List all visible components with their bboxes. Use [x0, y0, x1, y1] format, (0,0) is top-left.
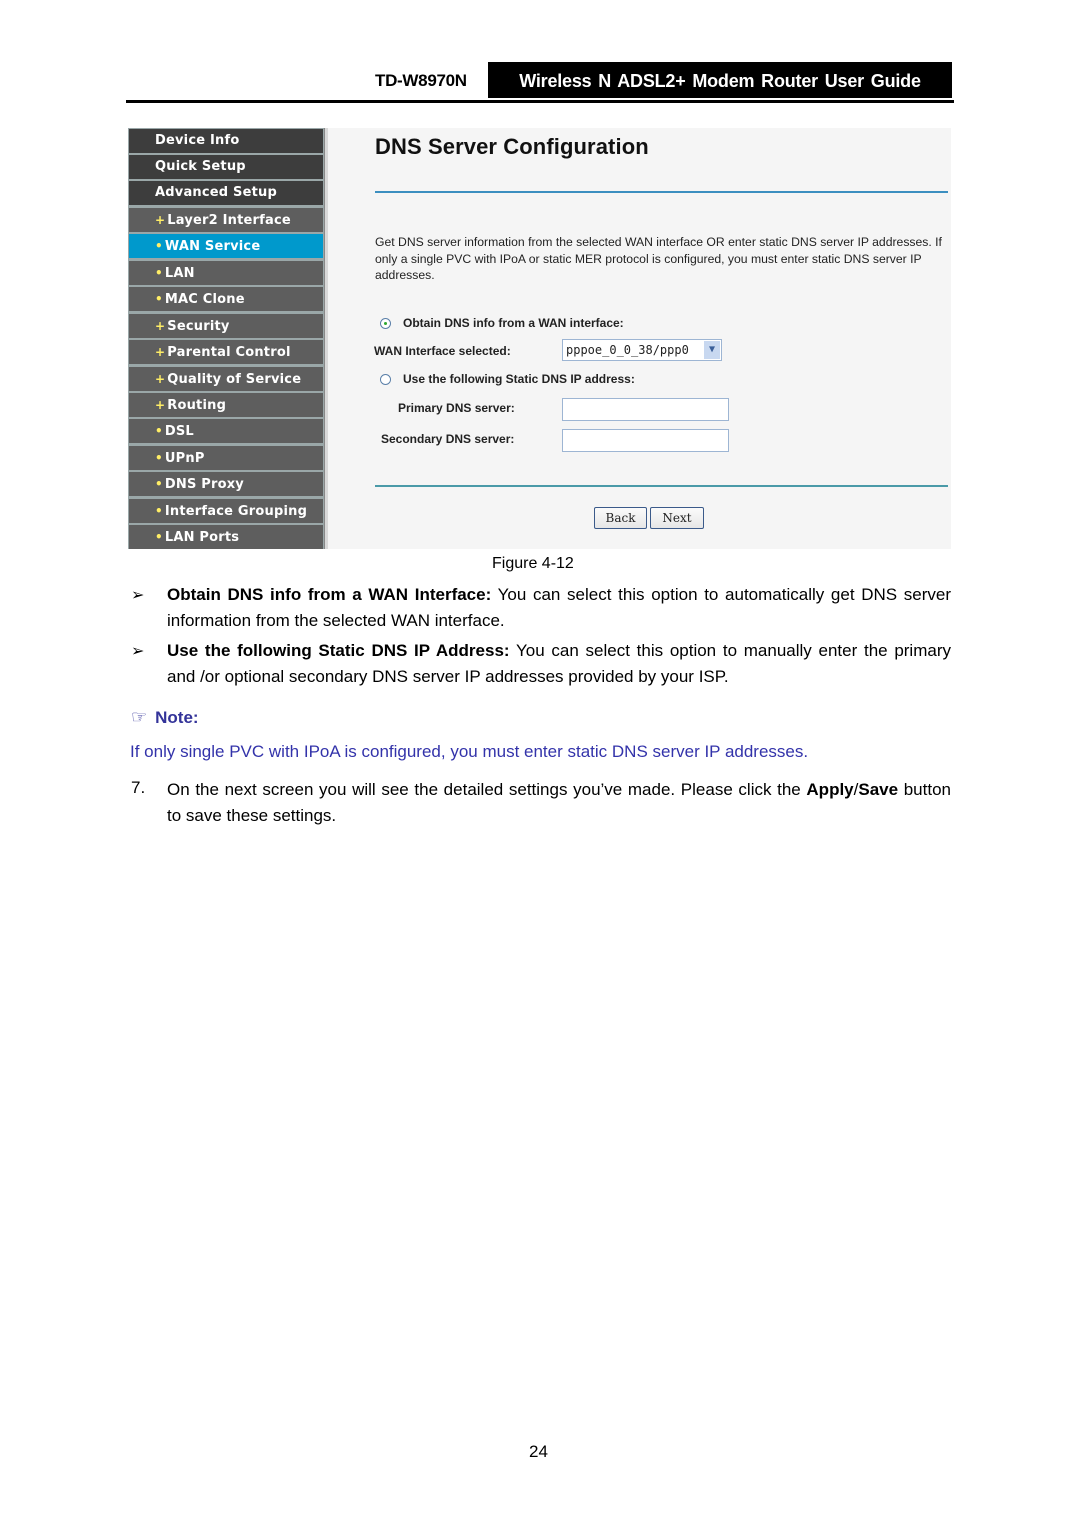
sidebar-item-label: Advanced Setup — [155, 185, 277, 200]
step-text: On the next screen you will see the deta… — [167, 777, 951, 828]
bullet-dot-icon: • — [155, 239, 163, 253]
back-button[interactable]: Back — [594, 507, 647, 529]
bullet-dot-icon: • — [155, 451, 163, 465]
radio-obtain-from-wan[interactable] — [380, 318, 391, 329]
bullet-dot-icon: • — [155, 292, 163, 306]
wan-interface-select[interactable]: pppoe_0_0_38/ppp0 ▼ — [562, 339, 722, 361]
sidebar-item-dsl[interactable]: • DSL — [129, 419, 323, 443]
next-button[interactable]: Next — [650, 507, 704, 529]
sidebar-item-wan-service[interactable]: • WAN Service — [129, 234, 323, 258]
sidebar-item-security[interactable]: + Security — [129, 314, 323, 338]
page-header: TD-W8970N Wireless N ADSL2+ Modem Router… — [126, 62, 954, 104]
sidebar-item-mac-clone[interactable]: • MAC Clone — [129, 287, 323, 311]
sidebar-item-parental-control[interactable]: + Parental Control — [129, 340, 323, 364]
router-screenshot: Device Info Quick Setup Advanced Setup +… — [128, 128, 951, 549]
bullet-obtain-dns: Obtain DNS info from a WAN Interface: Yo… — [167, 582, 951, 633]
note-heading: ☞ Note: — [131, 707, 199, 728]
title-divider — [375, 191, 948, 193]
bullet-dot-icon: • — [155, 504, 163, 518]
bullet-dot-icon: • — [155, 266, 163, 280]
arrow-bullet-icon: ➢ — [131, 587, 145, 604]
expand-plus-icon: + — [155, 372, 166, 386]
sidebar-item-label: Routing — [167, 398, 227, 413]
sidebar-item-dns-proxy[interactable]: • DNS Proxy — [129, 472, 323, 496]
sidebar-item-label: UPnP — [164, 451, 205, 466]
sidebar-item-routing[interactable]: + Routing — [129, 393, 323, 417]
note-title: Note: — [155, 708, 199, 727]
expand-plus-icon: + — [155, 213, 166, 227]
sidebar-item-label: Interface Grouping — [164, 504, 308, 519]
chevron-down-icon[interactable]: ▼ — [704, 341, 720, 359]
sidebar-item-label: LAN — [164, 266, 195, 281]
radio-obtain-label: Obtain DNS info from a WAN interface: — [403, 316, 624, 330]
step-text-pre: On the next screen you will see the deta… — [167, 780, 807, 799]
header-rule — [126, 100, 954, 103]
sidebar-nav: Device Info Quick Setup Advanced Setup +… — [128, 128, 324, 549]
sidebar-item-upnp[interactable]: • UPnP — [129, 446, 323, 470]
sidebar-item-label: MAC Clone — [164, 292, 245, 307]
panel-title: DNS Server Configuration — [375, 134, 649, 159]
primary-dns-label: Primary DNS server: — [398, 401, 515, 415]
step-number: 7. — [131, 778, 146, 797]
model-name: TD-W8970N — [375, 71, 467, 90]
sidebar-item-label: Quick Setup — [155, 159, 246, 174]
sidebar-item-lan-ports[interactable]: • LAN Ports — [129, 525, 323, 549]
bullet-dot-icon: • — [155, 477, 163, 491]
arrow-bullet-icon: ➢ — [131, 643, 145, 660]
panel-description: Get DNS server information from the sele… — [375, 235, 942, 282]
save-term: Save — [858, 780, 899, 799]
wan-interface-value: pppoe_0_0_38/ppp0 — [566, 343, 689, 357]
sidebar-item-label: Device Info — [155, 133, 240, 148]
guide-title: Wireless N ADSL2+ Modem Router User Guid… — [488, 62, 952, 98]
pointing-hand-icon: ☞ — [131, 707, 148, 727]
sidebar-item-label: DSL — [164, 424, 194, 439]
bullet-term: Obtain DNS info from a WAN Interface: — [167, 585, 492, 604]
sidebar-item-interface-grouping[interactable]: • Interface Grouping — [129, 499, 323, 523]
sidebar-item-label: LAN Ports — [164, 530, 240, 545]
bullet-static-dns: Use the following Static DNS IP Address:… — [167, 638, 951, 689]
sidebar-item-label: WAN Service — [164, 239, 261, 254]
secondary-dns-input[interactable] — [562, 429, 729, 452]
secondary-dns-label: Secondary DNS server: — [381, 432, 515, 446]
sidebar-item-advanced-setup[interactable]: Advanced Setup — [129, 181, 323, 205]
primary-dns-input[interactable] — [562, 398, 729, 421]
sidebar-item-quick-setup[interactable]: Quick Setup — [129, 155, 323, 179]
radio-static-dns[interactable] — [380, 374, 391, 385]
footer-divider — [375, 485, 948, 487]
radio-static-label: Use the following Static DNS IP address: — [403, 372, 635, 386]
figure-caption: Figure 4-12 — [492, 555, 574, 572]
page-number: 24 — [529, 1442, 548, 1461]
sidebar-item-label: DNS Proxy — [164, 477, 244, 492]
sidebar-item-lan[interactable]: • LAN — [129, 261, 323, 285]
bullet-dot-icon: • — [155, 424, 163, 438]
expand-plus-icon: + — [155, 398, 166, 412]
dns-config-panel: DNS Server Configuration Get DNS server … — [328, 128, 951, 549]
sidebar-item-device-info[interactable]: Device Info — [129, 129, 323, 153]
wan-interface-label: WAN Interface selected: — [374, 344, 511, 358]
sidebar-item-label: Security — [167, 319, 230, 334]
sidebar-item-label: Quality of Service — [167, 372, 302, 387]
sidebar-item-label: Parental Control — [167, 345, 291, 360]
apply-term: Apply — [806, 780, 854, 799]
bullet-term: Use the following Static DNS IP Address: — [167, 641, 510, 660]
note-text: If only single PVC with IPoA is configur… — [130, 742, 809, 761]
expand-plus-icon: + — [155, 345, 166, 359]
expand-plus-icon: + — [155, 319, 166, 333]
sidebar-item-quality-of-service[interactable]: + Quality of Service — [129, 367, 323, 391]
sidebar-item-label: Layer2 Interface — [167, 213, 291, 228]
sidebar-item-layer2-interface[interactable]: + Layer2 Interface — [129, 208, 323, 232]
bullet-dot-icon: • — [155, 530, 163, 544]
